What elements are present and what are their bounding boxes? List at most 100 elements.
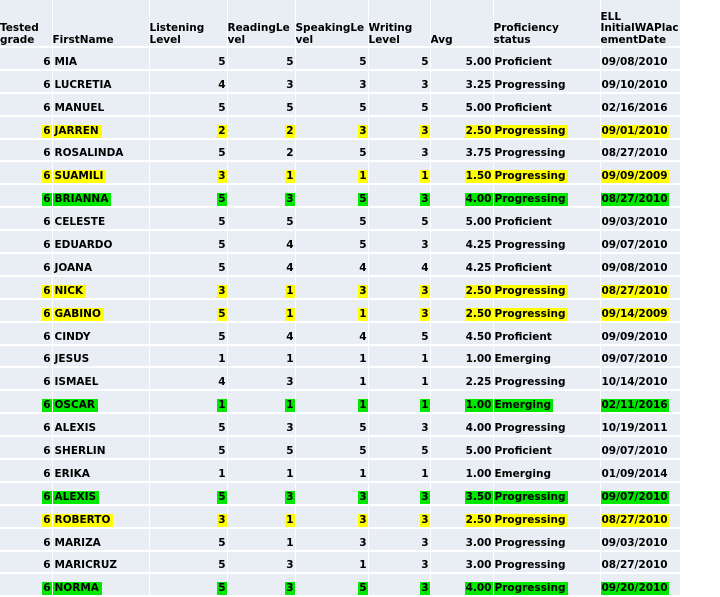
cell-tested-grade[interactable]: 6 [0,253,53,277]
cell-tested-grade[interactable]: 6 [0,115,53,140]
column-header-ell-initial-wa-placement-date[interactable]: ELL InitialWAPlacementDate [600,0,681,48]
cell-tested-grade[interactable]: 6 [0,367,53,392]
cell-tested-grade[interactable]: 6 [0,92,53,117]
cell-proficiency-status[interactable]: Progressing [493,481,601,506]
cell-proficiency-status[interactable]: Emerging [493,344,601,369]
cell-speaking-level[interactable]: 3 [295,69,369,94]
cell-listening-level[interactable]: 5 [149,298,228,323]
cell-tested-grade[interactable]: 6 [0,47,53,71]
cell-avg[interactable]: 3.75 [430,138,494,163]
cell-avg[interactable]: 4.00 [430,413,494,438]
cell-reading-level[interactable]: 1 [227,275,296,300]
cell-avg[interactable]: 4.25 [430,253,494,277]
cell-speaking-level[interactable]: 1 [295,459,369,483]
cell-speaking-level[interactable]: 1 [295,298,369,323]
cell-tested-grade[interactable]: 6 [0,390,53,415]
cell-reading-level[interactable]: 4 [227,321,296,346]
cell-listening-level[interactable]: 3 [149,504,228,529]
cell-reading-level[interactable]: 4 [227,230,296,255]
cell-avg[interactable]: 2.25 [430,367,494,392]
cell-speaking-level[interactable]: 5 [295,436,369,461]
cell-first-name[interactable]: OSCAR [52,390,150,415]
cell-tested-grade[interactable]: 6 [0,527,53,552]
cell-ell-initial-wa-placement-date[interactable]: 09/07/2010 [600,344,681,369]
cell-first-name[interactable]: EDUARDO [52,230,150,255]
cell-ell-initial-wa-placement-date[interactable]: 09/09/2010 [600,321,681,346]
table-row[interactable]: 6 JARREN 2 2 3 3 2.50 Progressing 09/01/2010 [0,115,720,140]
cell-writing-level[interactable]: 5 [368,436,431,461]
table-row[interactable]: 6 ALEXIS 5 3 5 3 4.00 Progressing 10/19/2011 [0,413,720,438]
cell-avg[interactable]: 4.00 [430,573,494,597]
cell-first-name[interactable]: CINDY [52,321,150,346]
cell-tested-grade[interactable]: 6 [0,207,53,232]
column-header-tested-grade[interactable]: Tested grade [0,0,53,48]
cell-ell-initial-wa-placement-date[interactable]: 09/07/2010 [600,436,681,461]
column-header-first-name[interactable]: FirstName [52,0,150,48]
cell-avg[interactable]: 3.00 [430,527,494,552]
cell-speaking-level[interactable]: 5 [295,573,369,597]
cell-reading-level[interactable]: 1 [227,504,296,529]
cell-avg[interactable]: 5.00 [430,207,494,232]
cell-first-name[interactable]: NICK [52,275,150,300]
cell-reading-level[interactable]: 3 [227,367,296,392]
cell-speaking-level[interactable]: 5 [295,184,369,209]
table-row[interactable]: 6 EDUARDO 5 4 5 3 4.25 Progressing 09/07/2010 [0,230,720,255]
cell-reading-level[interactable]: 2 [227,138,296,163]
cell-first-name[interactable]: ROSALINDA [52,138,150,163]
cell-first-name[interactable]: JARREN [52,115,150,140]
cell-avg[interactable]: 5.00 [430,92,494,117]
table-row[interactable]: 6 ROSALINDA 5 2 5 3 3.75 Progressing 08/27/2010 [0,138,720,163]
cell-avg[interactable]: 3.25 [430,69,494,94]
cell-tested-grade[interactable]: 6 [0,504,53,529]
cell-ell-initial-wa-placement-date[interactable]: 10/19/2011 [600,413,681,438]
column-header-reading-level[interactable]: ReadingLevel [227,0,296,48]
cell-listening-level[interactable]: 5 [149,527,228,552]
table-row[interactable]: 6 ERIKA 1 1 1 1 1.00 Emerging 01/09/2014 [0,459,720,483]
cell-writing-level[interactable]: 3 [368,413,431,438]
cell-listening-level[interactable]: 2 [149,115,228,140]
cell-writing-level[interactable]: 3 [368,275,431,300]
table-row[interactable]: 6 ROBERTO 3 1 3 3 2.50 Progressing 08/27/2010 [0,504,720,529]
cell-speaking-level[interactable]: 5 [295,230,369,255]
cell-proficiency-status[interactable]: Progressing [493,527,601,552]
table-row[interactable]: 6 GABINO 5 1 1 3 2.50 Progressing 09/14/2009 [0,298,720,323]
cell-first-name[interactable]: ROBERTO [52,504,150,529]
cell-listening-level[interactable]: 5 [149,47,228,71]
cell-first-name[interactable]: CELESTE [52,207,150,232]
cell-proficiency-status[interactable]: Progressing [493,298,601,323]
cell-reading-level[interactable]: 3 [227,573,296,597]
cell-first-name[interactable]: JOANA [52,253,150,277]
column-header-listening-level[interactable]: Listening Level [149,0,228,48]
cell-writing-level[interactable]: 5 [368,321,431,346]
table-row[interactable]: 6 MIA 5 5 5 5 5.00 Proficient 09/08/2010 [0,47,720,71]
cell-reading-level[interactable]: 3 [227,550,296,575]
cell-speaking-level[interactable]: 4 [295,321,369,346]
table-row[interactable]: 6 OSCAR 1 1 1 1 1.00 Emerging 02/11/2016 [0,390,720,415]
cell-listening-level[interactable]: 1 [149,390,228,415]
cell-speaking-level[interactable]: 5 [295,138,369,163]
cell-tested-grade[interactable]: 6 [0,275,53,300]
cell-listening-level[interactable]: 5 [149,253,228,277]
cell-tested-grade[interactable]: 6 [0,321,53,346]
cell-speaking-level[interactable]: 3 [295,275,369,300]
cell-avg[interactable]: 2.50 [430,275,494,300]
cell-speaking-level[interactable]: 1 [295,550,369,575]
cell-ell-initial-wa-placement-date[interactable]: 09/03/2010 [600,527,681,552]
cell-ell-initial-wa-placement-date[interactable]: 09/03/2010 [600,207,681,232]
cell-reading-level[interactable]: 1 [227,390,296,415]
cell-first-name[interactable]: JESUS [52,344,150,369]
cell-writing-level[interactable]: 3 [368,573,431,597]
cell-avg[interactable]: 3.50 [430,481,494,506]
cell-proficiency-status[interactable]: Progressing [493,413,601,438]
cell-proficiency-status[interactable]: Progressing [493,69,601,94]
cell-speaking-level[interactable]: 1 [295,161,369,186]
cell-avg[interactable]: 1.00 [430,390,494,415]
cell-speaking-level[interactable]: 5 [295,413,369,438]
cell-listening-level[interactable]: 4 [149,367,228,392]
cell-listening-level[interactable]: 5 [149,207,228,232]
cell-proficiency-status[interactable]: Proficient [493,207,601,232]
cell-ell-initial-wa-placement-date[interactable]: 09/14/2009 [600,298,681,323]
cell-tested-grade[interactable]: 6 [0,413,53,438]
cell-avg[interactable]: 2.50 [430,115,494,140]
cell-listening-level[interactable]: 1 [149,459,228,483]
